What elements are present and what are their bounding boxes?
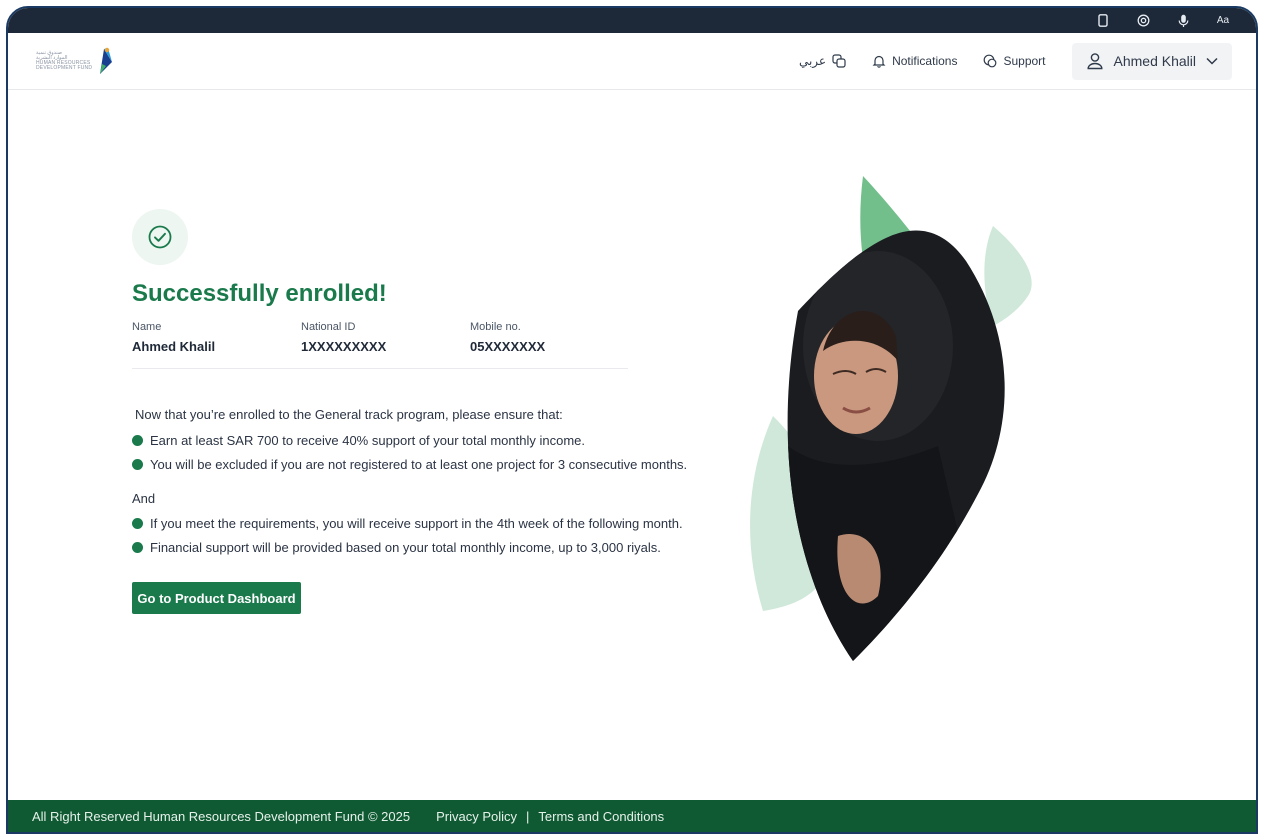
field-value: 1XXXXXXXXX — [301, 339, 387, 354]
success-badge — [132, 209, 188, 265]
field-national-id: National ID 1XXXXXXXXX — [301, 321, 386, 354]
language-label: عربي — [798, 54, 827, 68]
browser-frame: Aa صندوق تنمية الموارد البشرية HUMAN RES… — [6, 6, 1258, 834]
header-nav: عربي Notifications Support Ahmed Khalil — [799, 42, 1232, 80]
privacy-policy-link[interactable]: Privacy Policy — [436, 809, 517, 824]
text-size-icon[interactable]: Aa — [1216, 14, 1230, 28]
bullet-dot-icon — [132, 542, 143, 553]
phone-icon[interactable] — [1096, 14, 1110, 28]
support-link[interactable]: Support — [983, 54, 1046, 68]
field-mobile: Mobile no. 05XXXXXXX — [470, 321, 545, 354]
bullet-dot-icon — [132, 459, 143, 470]
page-title: Successfully enrolled! — [132, 280, 387, 307]
main-content: Successfully enrolled! Name Ahmed Khalil… — [8, 91, 1256, 800]
field-label: Mobile no. — [470, 321, 521, 333]
requirement-text: You will be excluded if you are not regi… — [150, 457, 688, 472]
field-value: Ahmed Khalil — [132, 339, 216, 354]
leaf-shape — [984, 226, 1032, 326]
bullet-dot-icon — [132, 435, 143, 446]
support-label: Support — [1003, 54, 1046, 68]
list-item: You will be excluded if you are not regi… — [132, 457, 687, 472]
footer-separator: | — [526, 808, 530, 824]
app-header: صندوق تنمية الموارد البشرية HUMAN RESOUR… — [8, 33, 1256, 90]
notifications-link[interactable]: Notifications — [872, 54, 957, 68]
logo-line-en-2: DEVELOPMENT FUND — [36, 65, 93, 71]
requirement-text: Earn at least SAR 700 to receive 40% sup… — [150, 433, 586, 448]
language-toggle[interactable]: عربي — [799, 54, 846, 68]
chevron-down-icon — [1206, 57, 1218, 65]
field-value: 05XXXXXXX — [470, 339, 546, 354]
page-footer: All Right Reserved Human Resources Devel… — [8, 800, 1256, 832]
user-name: Ahmed Khalil — [1113, 53, 1197, 69]
and-label: And — [132, 491, 156, 506]
field-label: National ID — [301, 321, 356, 333]
notifications-label: Notifications — [892, 54, 958, 68]
benefit-text: If you meet the requirements, you will r… — [150, 516, 683, 531]
list-item: Financial support will be provided based… — [132, 540, 661, 555]
footer-copyright: All Right Reserved Human Resources Devel… — [32, 808, 411, 824]
logo-mark-icon — [100, 47, 113, 74]
enrollment-details: Name Ahmed Khalil National ID 1XXXXXXXXX… — [132, 321, 628, 369]
mic-icon[interactable] — [1176, 14, 1190, 28]
user-menu-button[interactable]: Ahmed Khalil — [1071, 42, 1232, 80]
benefit-text: Financial support will be provided based… — [150, 540, 661, 555]
check-circle-icon — [148, 225, 172, 249]
terms-link[interactable]: Terms and Conditions — [538, 809, 664, 824]
support-chat-icon — [984, 54, 997, 68]
bell-icon — [872, 55, 886, 68]
program-intro: Now that you’re enrolled to the General … — [135, 407, 563, 422]
logo-text: صندوق تنمية الموارد البشرية HUMAN RESOUR… — [36, 51, 92, 71]
enrollment-illustration — [750, 176, 1032, 661]
eye-icon[interactable] — [1136, 14, 1150, 28]
field-name: Name Ahmed Khalil — [132, 321, 215, 354]
list-item: If you meet the requirements, you will r… — [132, 516, 683, 531]
bullet-dot-icon — [132, 518, 143, 529]
hrdf-logo[interactable]: صندوق تنمية الموارد البشرية HUMAN RESOUR… — [36, 46, 116, 76]
list-item: Earn at least SAR 700 to receive 40% sup… — [132, 433, 585, 448]
system-toolbar: Aa — [8, 8, 1256, 33]
user-icon — [1086, 53, 1103, 70]
field-label: Name — [132, 321, 162, 333]
go-to-dashboard-button[interactable]: Go to Product Dashboard — [132, 582, 301, 614]
translate-icon — [832, 54, 846, 68]
